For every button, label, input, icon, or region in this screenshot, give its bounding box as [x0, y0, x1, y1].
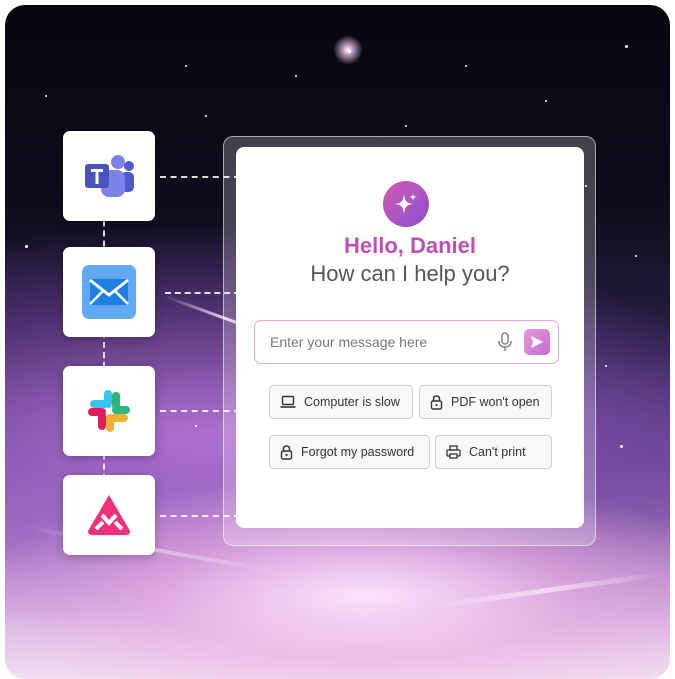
suggestion-label: PDF won't open [451, 395, 540, 409]
light-streak [424, 571, 664, 610]
app-logo-icon [88, 495, 130, 535]
lock-icon [430, 394, 443, 410]
integration-teams[interactable] [63, 131, 155, 221]
help-prompt: How can I help you? [310, 261, 510, 286]
integration-mail[interactable] [63, 247, 155, 337]
teams-icon [85, 155, 134, 197]
integration-slack[interactable] [63, 366, 155, 456]
send-button[interactable] [524, 329, 550, 355]
suggestion-computer-slow[interactable]: Computer is slow [269, 385, 413, 419]
suggestion-label: Can't print [469, 445, 526, 459]
star [348, 50, 351, 53]
star [635, 255, 637, 257]
message-input-box [254, 320, 559, 364]
star [295, 75, 297, 77]
star [620, 445, 623, 448]
lock-icon [280, 444, 293, 460]
send-icon [531, 336, 543, 348]
greeting: Hello, Daniel [343, 233, 477, 258]
suggestion-cant-print[interactable]: Can't print [435, 435, 552, 469]
star [25, 245, 28, 248]
star [205, 115, 207, 117]
microphone-icon[interactable] [494, 331, 516, 353]
star [545, 100, 547, 102]
star [625, 45, 628, 48]
mail-icon [82, 265, 136, 319]
star [195, 425, 197, 427]
integration-app[interactable] [63, 475, 155, 555]
laptop-icon [280, 395, 296, 408]
message-input[interactable] [270, 334, 494, 350]
star [45, 95, 47, 97]
star [605, 365, 607, 367]
star [185, 65, 187, 67]
printer-icon [446, 445, 461, 459]
suggestion-forgot-password[interactable]: Forgot my password [269, 435, 430, 469]
star [465, 65, 467, 67]
star [405, 125, 407, 127]
chat-panel: Hello, Daniel How can I help you? Comput… [236, 147, 584, 528]
suggestion-label: Forgot my password [301, 445, 415, 459]
sparkle-icon [383, 181, 429, 227]
slack-icon [88, 390, 130, 432]
suggestion-pdf-wont-open[interactable]: PDF won't open [419, 385, 552, 419]
suggestion-label: Computer is slow [304, 395, 400, 409]
